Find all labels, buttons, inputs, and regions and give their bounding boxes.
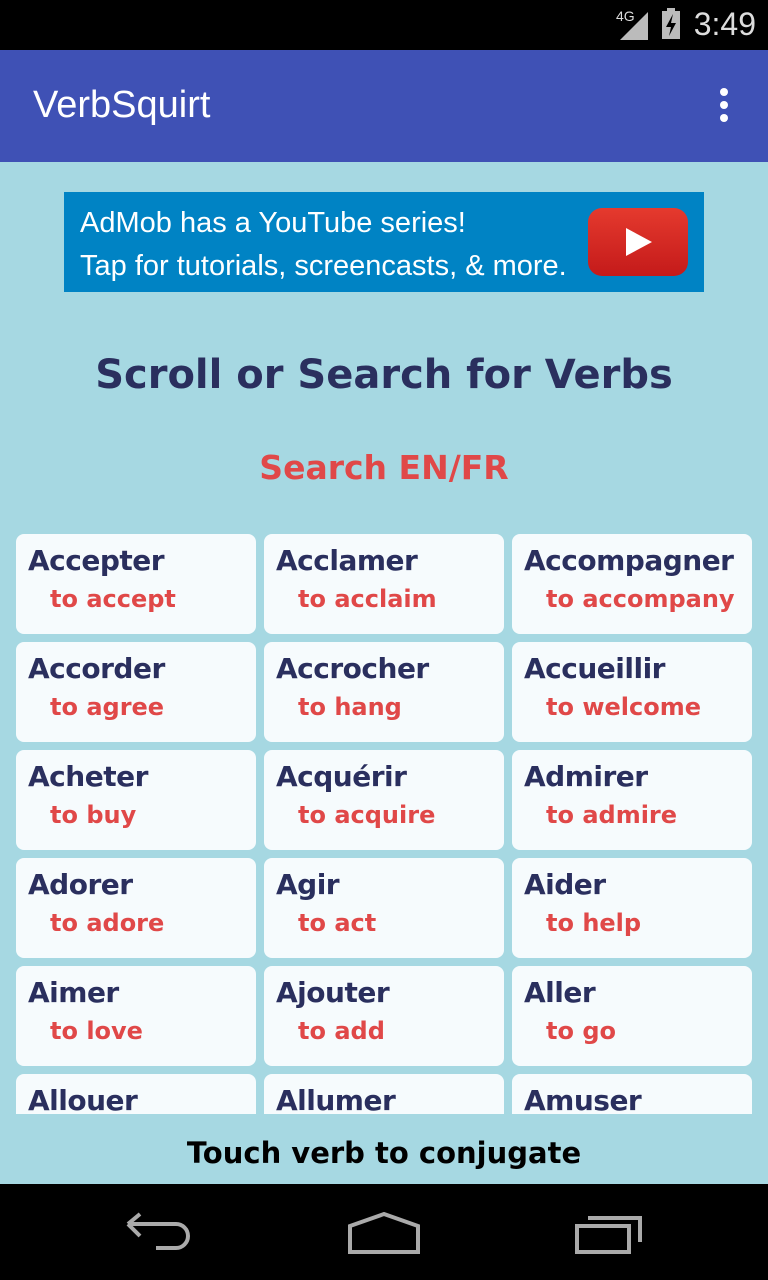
verb-card[interactable]: Amuser [512,1074,752,1114]
verb-french: Accorder [28,652,165,685]
verb-card[interactable]: Allouer [16,1074,256,1114]
verb-french: Acquérir [276,760,407,793]
verb-english: to buy [50,801,137,829]
verb-english: to accompany [546,585,735,613]
verb-card[interactable]: Agir to act [264,858,504,958]
verb-card[interactable]: Acquérir to acquire [264,750,504,850]
verb-card[interactable]: Ajouter to add [264,966,504,1066]
verb-french: Accompagner [524,544,734,577]
navigation-bar [0,1184,768,1280]
verb-french: Ajouter [276,976,390,1009]
verb-english: to adore [50,909,165,937]
home-icon[interactable] [346,1212,422,1254]
verb-card[interactable]: Acheter to buy [16,750,256,850]
verb-card[interactable]: Aimer to love [16,966,256,1066]
app-bar: VerbSquirt [0,50,768,162]
verb-card[interactable]: Acclamer to acclaim [264,534,504,634]
youtube-play-icon [588,208,688,276]
verb-french: Admirer [524,760,648,793]
verb-card[interactable]: Admirer to admire [512,750,752,850]
verb-card[interactable]: Adorer to adore [16,858,256,958]
verb-card[interactable]: Aller to go [512,966,752,1066]
verb-english: to accept [50,585,176,613]
verb-english: to admire [546,801,678,829]
verb-english: to welcome [546,693,701,721]
clock: 3:49 [693,6,756,42]
verb-french: Accepter [28,544,165,577]
verb-french: Adorer [28,868,133,901]
verb-english: to agree [50,693,165,721]
verb-grid[interactable]: Accepter to accept Acclamer to acclaim Accom… [16,534,752,1114]
back-icon[interactable] [124,1212,196,1252]
verb-english: to help [546,909,642,937]
verb-card[interactable]: Aider to help [512,858,752,958]
verb-french: Aimer [28,976,119,1009]
footer-hint: Touch verb to conjugate [186,1136,582,1170]
verb-card[interactable]: Accueillir to welcome [512,642,752,742]
search-button[interactable]: Search EN/FR [0,448,768,487]
verb-card[interactable]: Accrocher to hang [264,642,504,742]
app-title: VerbSquirt [33,84,211,126]
ad-banner[interactable]: AdMob has a YouTube series! Tap for tuto… [64,192,704,292]
verb-english: to act [298,909,377,937]
page-title: Scroll or Search for Verbs [95,352,673,398]
verb-card[interactable]: Accorder to agree [16,642,256,742]
verb-french: Agir [276,868,340,901]
verb-french: Aider [524,868,606,901]
recent-apps-icon[interactable] [574,1212,646,1254]
verb-french: Acheter [28,760,148,793]
verb-french: Allumer [276,1084,396,1114]
verb-english: to go [546,1017,616,1045]
verb-english: to acclaim [298,585,437,613]
verb-english: to love [50,1017,143,1045]
status-bar: 4G 3:49 [0,0,768,50]
verb-french: Allouer [28,1084,138,1114]
verb-english: to hang [298,693,402,721]
verb-card[interactable]: Accompagner to accompany [512,534,752,634]
verb-french: Acclamer [276,544,418,577]
network-type: 4G [616,8,635,24]
verb-english: to acquire [298,801,436,829]
battery-charging-icon [662,8,680,39]
verb-card[interactable]: Accepter to accept [16,534,256,634]
overflow-menu-icon[interactable] [712,88,736,128]
verb-french: Amuser [524,1084,642,1114]
verb-card[interactable]: Allumer [264,1074,504,1114]
verb-english: to add [298,1017,385,1045]
verb-french: Aller [524,976,596,1009]
verb-french: Accueillir [524,652,666,685]
verb-french: Accrocher [276,652,429,685]
